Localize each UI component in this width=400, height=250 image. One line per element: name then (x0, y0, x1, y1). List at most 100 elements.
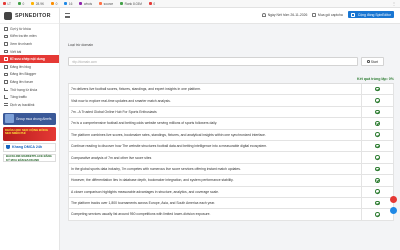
seo-course-ad[interactable]: KHÓA HỌC SEO CỘNG ĐỒNG SEO MIỄN PHÍ (3, 126, 56, 141)
check-circle-icon (375, 121, 380, 126)
grid-icon (4, 27, 8, 31)
sentence-cell: 7m - A Trusted Global Online Hub For Spo… (69, 106, 362, 118)
stat-icon (99, 2, 103, 5)
sidebar-item[interactable]: Đăng lên Blogger (0, 71, 59, 79)
sidebar-item[interactable]: Kĩ sưu chép nội dung (0, 55, 59, 63)
sidebar-item[interactable]: Gợi ý từ khóa (0, 25, 59, 33)
cart-icon (312, 12, 317, 17)
table-row: Competing services usually list around 9… (68, 209, 394, 221)
toolbar-stat: whois (79, 2, 92, 6)
check-circle-icon (375, 155, 380, 160)
sentence-cell: Visit now to explore real-time updates a… (69, 95, 362, 106)
search-icon (367, 60, 370, 63)
sentence-cell: However, the differentiation lies in dat… (69, 175, 362, 186)
sidebar-item-label: Dịch vụ backlink (10, 102, 35, 107)
sidebar-item-label: Kiểm tra tên miền (10, 34, 37, 39)
table-row: Visit now to explore real-time updates a… (68, 95, 394, 107)
user-icon (350, 12, 355, 17)
table-row: 7m - A Trusted Global Online Hub For Spo… (68, 106, 394, 119)
table-row: In the global sports data industry, 7m c… (68, 163, 394, 176)
status-cell (362, 175, 393, 185)
table-row: The platform tracks over 1,800 tournamen… (68, 197, 394, 210)
status-cell (362, 152, 393, 162)
captcha-link[interactable]: Mua gói captcha (312, 12, 343, 17)
sidebar-item-label: Viết bài (10, 49, 22, 54)
table-row: The platform combines live scores, bookm… (68, 129, 394, 141)
more-icon[interactable]: ⋮ (392, 1, 396, 6)
menu-toggle-icon[interactable] (65, 13, 70, 18)
telegram-icon[interactable] (390, 207, 397, 214)
stat-value: whois (83, 1, 93, 6)
exclude-domain-label: Loại trừ domain (68, 43, 94, 47)
chat-icon[interactable] (390, 196, 397, 203)
sentence-cell: The platform tracks over 1,800 tournamen… (69, 197, 362, 209)
check-circle-icon (375, 132, 380, 138)
sidebar-item[interactable]: Kiểm tra tên miền (0, 33, 59, 41)
sentence-cell: Comparative analysis of 7m and other liv… (69, 152, 362, 163)
exclude-domain-input[interactable] (68, 57, 358, 66)
date-text: Ngày Nét hôm 26-11-2026 (267, 12, 308, 17)
stat-value: 16 (68, 1, 73, 6)
sidebar-item[interactable]: Thử hạng từ khóa (0, 86, 59, 94)
extension-toolbar: LT 0 28.9K 0 16 whois source Rank 8.03M 0 ⋮ (0, 0, 400, 8)
stat-value: 28.9K (35, 1, 45, 6)
sidebar-item-label: Đăng lên Blogger (10, 72, 37, 77)
check-circle-icon (375, 189, 380, 194)
check-circle-icon (375, 200, 380, 206)
toolbar-stat: LT (3, 2, 11, 6)
shield-icon (6, 145, 10, 150)
sidebar-item[interactable]: Đăng lên blog (0, 63, 59, 71)
file-icon (4, 65, 8, 69)
check-circle-icon (375, 109, 380, 115)
group-avatar-icon (5, 114, 14, 124)
sidebar-item-label: Đăng lên blog (10, 64, 31, 69)
table-row: 7m delivers live football scores, fixtur… (68, 84, 394, 96)
stat-icon (64, 2, 68, 5)
sentence-cell: The platform combines live scores, bookm… (69, 129, 362, 140)
sentence-cell: Competing services usually list around 9… (69, 209, 362, 220)
status-cell (362, 118, 393, 128)
stat-value: Rank 8.03M (124, 1, 142, 6)
sentence-cell: In the global sports data industry, 7m c… (69, 163, 362, 175)
toolbar-stat: Rank 8.03M (120, 2, 142, 6)
stat-value: LT (7, 1, 11, 6)
grid-icon (4, 42, 8, 46)
start-button-label: Start (370, 59, 378, 64)
dmca-ad[interactable]: Khang DMCA 24h (3, 142, 56, 152)
table-row: 7m is a comprehensive football and betti… (68, 118, 394, 130)
backlink-marketplace-ad[interactable]: BACKLINK MARKETPLACE ĐĂNG KÝ MUA BÁN BAC… (3, 153, 56, 162)
stat-icon (79, 2, 83, 5)
logo[interactable]: SPINEDITOR (0, 8, 59, 24)
top-header: Ngày Nét hôm 26-11-2026 Mua gói captcha … (60, 8, 400, 24)
status-cell (362, 164, 393, 174)
grid-icon (4, 34, 8, 39)
status-cell (362, 130, 393, 140)
main-content: Loại trừ domain Start Kết quả trùng lặp:… (60, 24, 400, 250)
sidebar-item[interactable]: Tăng traffic (0, 93, 59, 101)
ahrefs-group-banner[interactable]: Group mua chung Ahrefs (3, 112, 56, 125)
table-row: A closer comparison highlights measurabl… (68, 186, 394, 198)
toolbar-stat: 0 (148, 2, 155, 6)
community-button[interactable]: Cộng đồng SpinEditor (347, 11, 394, 19)
status-cell (362, 95, 393, 105)
sidebar-item[interactable]: Viết bài (0, 48, 59, 56)
sidebar-item-label: Thử hạng từ khóa (10, 87, 38, 92)
sidebar-item[interactable]: Xem tin nhanh (0, 40, 59, 48)
sidebar: SPINEDITOR Gợi ý từ khóa Kiểm tra tên miề… (0, 8, 60, 250)
sentence-cell: Continue reading to discover how The web… (69, 140, 362, 152)
stat-icon (120, 2, 124, 5)
sidebar-item[interactable]: Đăng lên forum (0, 78, 59, 86)
sentence-cell: 7m is a comprehensive football and betti… (69, 118, 362, 129)
table-row: Comparative analysis of 7m and other liv… (68, 152, 394, 164)
start-button[interactable]: Start (361, 57, 384, 66)
stat-value: source (103, 1, 114, 6)
captcha-text: Mua gói captcha (317, 12, 343, 17)
stat-icon (3, 2, 6, 5)
status-cell (362, 198, 393, 208)
sidebar-nav: Gợi ý từ khóa Kiểm tra tên miền Xem tin nh… (0, 24, 59, 109)
sidebar-item[interactable]: Dịch vụ backlink (0, 101, 59, 109)
stat-icon (17, 2, 21, 5)
sidebar-item-label: Tăng traffic (10, 95, 27, 100)
list-icon (4, 102, 8, 107)
stat-value: 0 (22, 1, 25, 6)
